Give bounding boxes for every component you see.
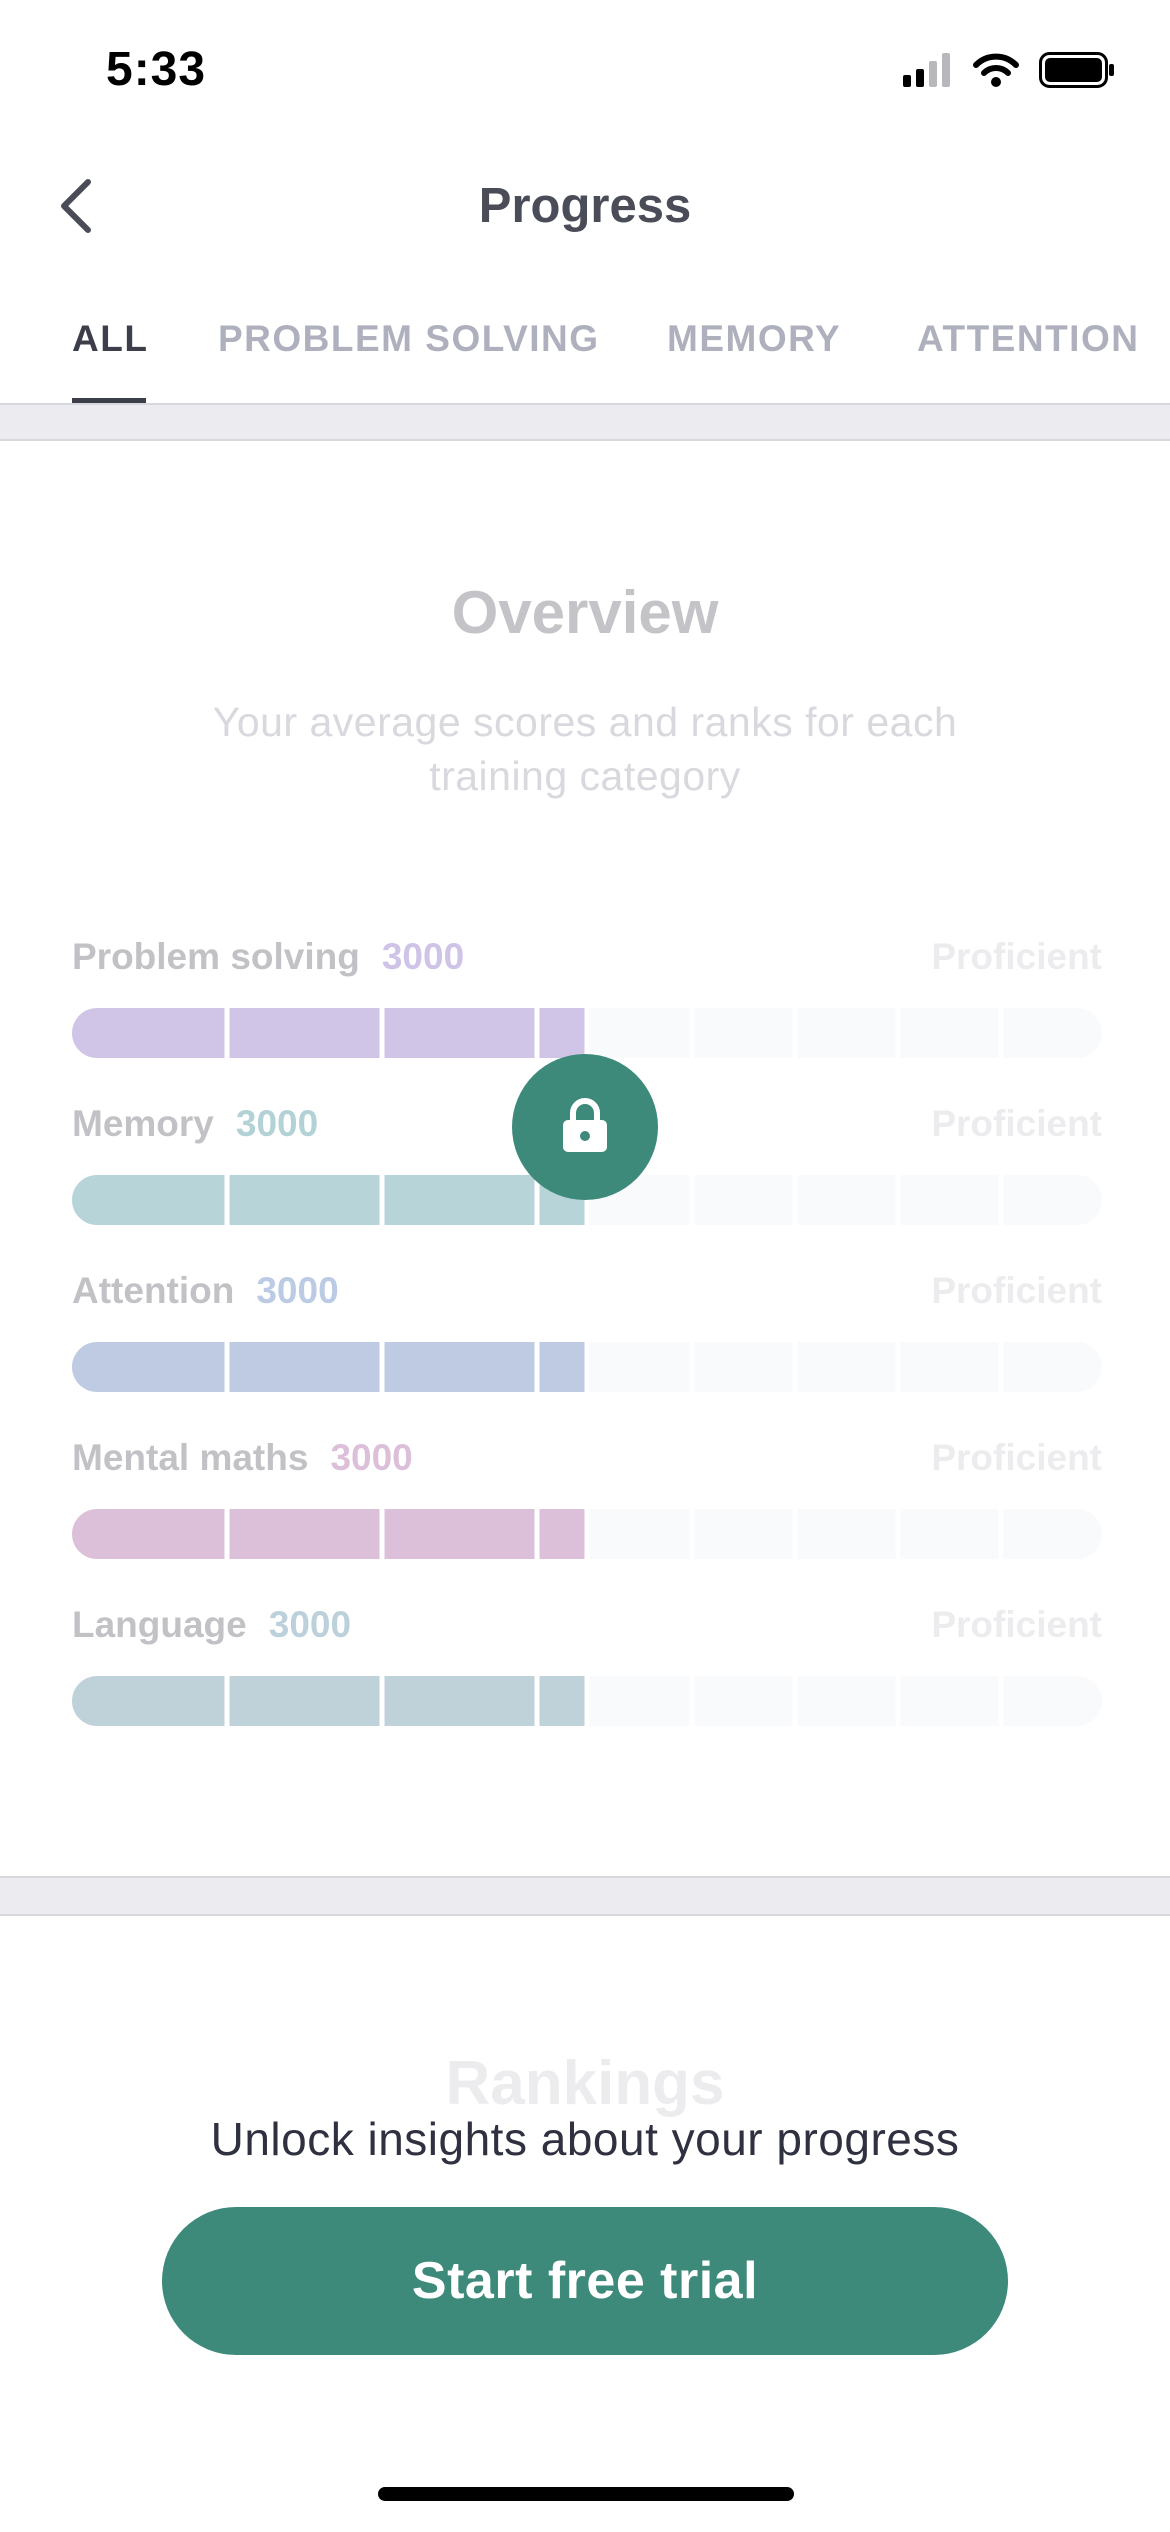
progress-segment-filled [72, 1676, 225, 1726]
progress-segment-empty [1003, 1008, 1102, 1058]
progress-segment-filled [539, 1008, 585, 1058]
status-icons [903, 52, 1115, 93]
progress-segment-filled [229, 1509, 380, 1559]
section-divider [0, 403, 1170, 441]
progress-segment-empty [797, 1509, 896, 1559]
status-bar: 5:33 [0, 0, 1170, 150]
category-score: 3000 [330, 1437, 413, 1478]
category-level: Proficient [931, 1270, 1102, 1311]
start-free-trial-button[interactable]: Start free trial [162, 2207, 1008, 2355]
category-name: Language [72, 1604, 247, 1645]
progress-segment-empty [589, 1676, 690, 1726]
status-time: 5:33 [106, 43, 207, 96]
category-attention: Attention 3000 Proficient [72, 1270, 1102, 1410]
tab-all[interactable]: ALL [72, 318, 148, 360]
progress-segment-empty [589, 1008, 690, 1058]
progress-segment-filled [384, 1175, 535, 1225]
wifi-icon [973, 53, 1019, 92]
tab-memory[interactable]: MEMORY [667, 318, 841, 360]
progress-segment-filled [384, 1509, 535, 1559]
category-label: Problem solving 3000 [72, 936, 464, 978]
progress-segment-empty [589, 1342, 690, 1392]
category-name: Problem solving [72, 936, 360, 977]
progress-segment-filled [384, 1676, 535, 1726]
progress-segment-filled [72, 1008, 225, 1058]
page-title: Progress [478, 179, 692, 233]
category-score: 3000 [268, 1604, 352, 1645]
progress-segment-empty [589, 1509, 690, 1559]
progress-segment-empty [900, 1008, 999, 1058]
progress-segment-empty [797, 1342, 896, 1392]
category-language: Language 3000 Proficient [72, 1604, 1102, 1744]
progress-segment-filled [72, 1509, 225, 1559]
category-name: Memory [72, 1103, 214, 1144]
overview-title: Overview [451, 579, 719, 646]
progress-segment-empty [900, 1676, 999, 1726]
progress-segment-filled [539, 1509, 585, 1559]
progress-segment-filled [72, 1342, 225, 1392]
progress-segment-empty [900, 1509, 999, 1559]
tab-problem-solving[interactable]: PROBLEM SOLVING [218, 318, 600, 360]
category-score: 3000 [235, 1103, 319, 1144]
category-progress-bar [72, 1676, 1102, 1726]
category-level: Proficient [931, 1437, 1102, 1478]
category-progress-bar [72, 1342, 1102, 1392]
progress-segment-empty [1003, 1509, 1102, 1559]
progress-segment-empty [694, 1676, 793, 1726]
rankings-title: Rankings [445, 2049, 725, 2118]
unlock-message: Unlock insights about your progress [210, 2113, 960, 2165]
progress-segment-empty [694, 1342, 793, 1392]
progress-segment-empty [1003, 1175, 1102, 1225]
category-mental-maths: Mental maths 3000 Proficient [72, 1437, 1102, 1577]
home-indicator [378, 2487, 794, 2501]
progress-segment-empty [900, 1175, 999, 1225]
lock-icon [560, 1096, 610, 1159]
category-score: 3000 [256, 1270, 339, 1311]
progress-segment-filled [72, 1175, 225, 1225]
progress-segment-filled [539, 1342, 585, 1392]
progress-segment-empty [797, 1676, 896, 1726]
progress-segment-empty [1003, 1676, 1102, 1726]
progress-segment-empty [694, 1175, 793, 1225]
progress-segment-filled [384, 1008, 535, 1058]
progress-segment-empty [694, 1008, 793, 1058]
category-score: 3000 [381, 936, 465, 977]
section-divider [0, 1876, 1170, 1916]
progress-segment-empty [1003, 1342, 1102, 1392]
lock-button[interactable] [512, 1054, 658, 1200]
progress-segment-empty [694, 1509, 793, 1559]
progress-segment-filled [229, 1342, 380, 1392]
category-label: Attention 3000 [72, 1270, 339, 1312]
category-progress-bar [72, 1509, 1102, 1559]
category-name: Mental maths [72, 1437, 309, 1478]
battery-icon [1039, 52, 1115, 93]
progress-segment-filled [229, 1676, 380, 1726]
progress-segment-empty [797, 1008, 896, 1058]
progress-segment-filled [539, 1676, 585, 1726]
category-tabs: ALL PROBLEM SOLVING MEMORY ATTENTION [0, 300, 1170, 404]
progress-segment-filled [229, 1175, 380, 1225]
category-progress-bar [72, 1008, 1102, 1058]
category-level: Proficient [931, 936, 1102, 977]
progress-segment-filled [229, 1008, 380, 1058]
category-level: Proficient [931, 1604, 1102, 1645]
category-level: Proficient [931, 1103, 1102, 1144]
category-label: Mental maths 3000 [72, 1437, 413, 1479]
progress-segment-empty [797, 1175, 896, 1225]
overview-subtitle: Your average scores and ranks for each t… [212, 699, 958, 799]
tab-attention[interactable]: ATTENTION [917, 318, 1139, 360]
progress-segment-filled [384, 1342, 535, 1392]
cellular-signal-icon [903, 53, 953, 92]
category-name: Attention [72, 1270, 235, 1311]
category-label: Memory 3000 [72, 1103, 318, 1145]
progress-segment-empty [900, 1342, 999, 1392]
category-label: Language 3000 [72, 1604, 351, 1646]
